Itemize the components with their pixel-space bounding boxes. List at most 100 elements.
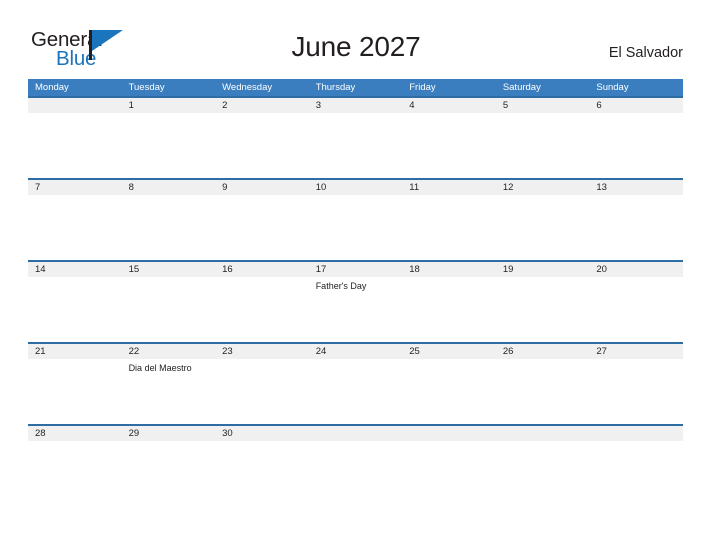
weekday-header-sunday: Sunday	[596, 82, 629, 93]
day-events	[495, 441, 590, 503]
day-cell[interactable]: 17 Father's Day	[308, 262, 403, 342]
day-cell[interactable]: 10	[308, 180, 403, 260]
day-cell[interactable]: 28	[28, 426, 122, 503]
weekday-header-monday: Monday	[35, 82, 69, 93]
day-events	[28, 277, 122, 342]
week-cells: 21 22 Dia del Maestro 23 24 25 26 27	[28, 344, 683, 424]
day-events	[28, 113, 122, 178]
day-number: 29	[121, 426, 216, 441]
day-number: 4	[402, 98, 496, 113]
day-cell[interactable]: 3	[308, 98, 403, 178]
day-number: 6	[589, 98, 683, 113]
day-events	[308, 195, 403, 260]
day-number: 17	[308, 262, 403, 277]
day-number-placeholder	[28, 98, 122, 113]
day-cell[interactable]: 5	[495, 98, 590, 178]
calendar-week-row: 28 29 30	[28, 424, 683, 503]
day-number: 25	[402, 344, 496, 359]
day-events	[589, 277, 683, 342]
day-number: 23	[215, 344, 309, 359]
day-cell[interactable]: 20	[589, 262, 683, 342]
day-number-placeholder	[308, 426, 403, 441]
day-number: 28	[28, 426, 122, 441]
day-number: 24	[308, 344, 403, 359]
day-number: 7	[28, 180, 122, 195]
day-number: 22	[121, 344, 216, 359]
day-number: 21	[28, 344, 122, 359]
day-events	[308, 113, 403, 178]
day-cell[interactable]: 2	[215, 98, 309, 178]
day-events	[589, 359, 683, 424]
day-events: Dia del Maestro	[121, 359, 216, 424]
day-cell[interactable]: 26	[495, 344, 590, 424]
day-cell[interactable]: 11	[402, 180, 496, 260]
calendar-week-row: 7 8 9 10 11 12 13	[28, 178, 683, 260]
month-calendar-grid: Monday Tuesday Wednesday Thursday Friday Satu…	[28, 79, 683, 503]
day-events	[402, 277, 496, 342]
day-cell[interactable]: 19	[495, 262, 590, 342]
day-cell[interactable]: 21	[28, 344, 122, 424]
day-events	[121, 195, 216, 260]
day-events	[215, 359, 309, 424]
day-cell[interactable]: 27	[589, 344, 683, 424]
day-number: 20	[589, 262, 683, 277]
day-number: 19	[495, 262, 590, 277]
calendar-week-row: 14 15 16 17 Father's Day 18 19 20	[28, 260, 683, 342]
day-cell[interactable]: 25	[402, 344, 496, 424]
day-cell[interactable]: 13	[589, 180, 683, 260]
week-cells: 7 8 9 10 11 12 13	[28, 180, 683, 260]
holiday-event-label: Dia del Maestro	[128, 363, 192, 373]
day-cell[interactable]: 22 Dia del Maestro	[121, 344, 216, 424]
day-cell-empty	[308, 426, 403, 503]
day-events	[28, 195, 122, 260]
day-number: 13	[589, 180, 683, 195]
day-cell[interactable]: 12	[495, 180, 590, 260]
day-events	[121, 441, 216, 503]
day-number-placeholder	[402, 426, 496, 441]
day-events	[308, 441, 403, 503]
day-events	[402, 113, 496, 178]
day-cell[interactable]: 4	[402, 98, 496, 178]
day-cell[interactable]: 6	[589, 98, 683, 178]
day-events: Father's Day	[308, 277, 403, 342]
day-cell-empty	[495, 426, 590, 503]
day-cell[interactable]: 18	[402, 262, 496, 342]
day-number: 18	[402, 262, 496, 277]
day-events	[495, 359, 590, 424]
day-cell[interactable]: 14	[28, 262, 122, 342]
day-number: 9	[215, 180, 309, 195]
day-cell[interactable]: 30	[215, 426, 309, 503]
day-cell[interactable]: 9	[215, 180, 309, 260]
day-number: 2	[215, 98, 309, 113]
day-cell-empty	[28, 98, 122, 178]
weekday-header-wednesday: Wednesday	[222, 82, 273, 93]
day-cell[interactable]: 1	[121, 98, 216, 178]
day-number: 11	[402, 180, 496, 195]
day-events	[589, 195, 683, 260]
day-cell[interactable]: 7	[28, 180, 122, 260]
calendar-week-row: 21 22 Dia del Maestro 23 24 25 26 27	[28, 342, 683, 424]
day-cell[interactable]: 8	[121, 180, 216, 260]
day-number: 3	[308, 98, 403, 113]
day-cell[interactable]: 16	[215, 262, 309, 342]
day-number: 5	[495, 98, 590, 113]
day-events	[121, 113, 216, 178]
day-number: 27	[589, 344, 683, 359]
day-events	[215, 113, 309, 178]
calendar-page: General Blue June 2027 El Salvador Monda…	[0, 0, 712, 550]
day-cell[interactable]: 29	[121, 426, 216, 503]
week-cells: 123456	[28, 98, 683, 178]
holiday-event-label: Father's Day	[315, 281, 367, 291]
day-events	[28, 441, 122, 503]
country-label: El Salvador	[608, 45, 683, 61]
day-cell[interactable]: 23	[215, 344, 309, 424]
day-events	[308, 359, 403, 424]
day-number: 26	[495, 344, 590, 359]
calendar-weeks: 1 2 3 4 5 6 7 8 9 10 11 12 13 14 15 16 17 Father's Day 18 1…	[28, 96, 683, 503]
weekday-header-row: Monday Tuesday Wednesday Thursday Friday Satu…	[28, 79, 683, 96]
day-cell[interactable]: 24	[308, 344, 403, 424]
day-events	[215, 441, 309, 503]
day-cell-empty	[589, 426, 683, 503]
calendar-week-row: 123456	[28, 96, 683, 178]
day-cell[interactable]: 15	[121, 262, 216, 342]
